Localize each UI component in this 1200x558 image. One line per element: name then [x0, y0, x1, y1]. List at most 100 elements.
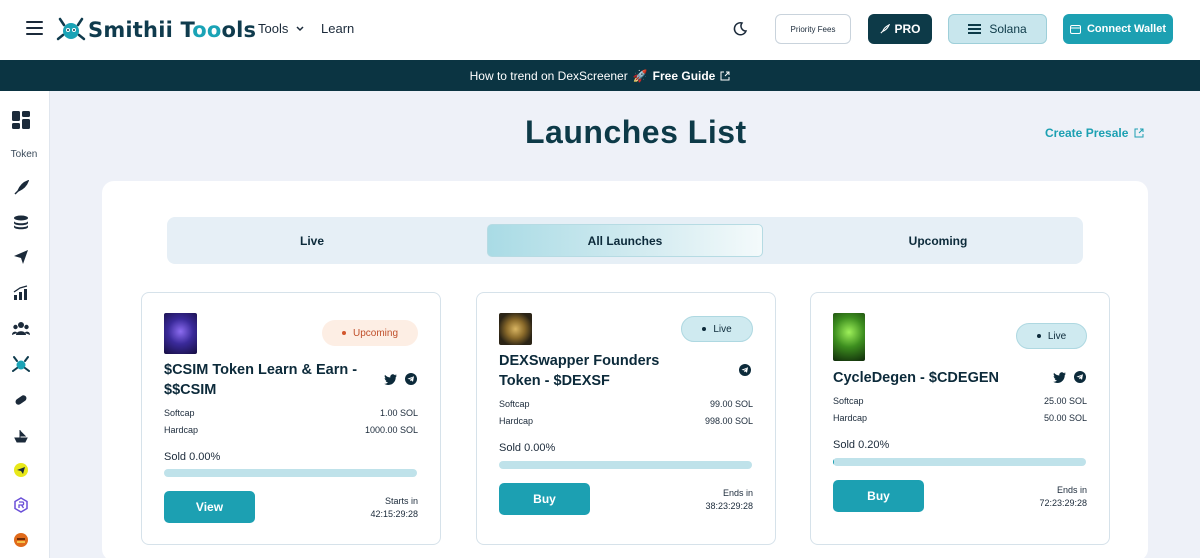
boat-icon[interactable]: [12, 427, 30, 445]
countdown-value: 42:15:29:28: [370, 509, 418, 519]
top-navbar: Smithii Toools Tools Learn Priority Fees…: [0, 0, 1200, 60]
banner-rocket-emoji: 🚀: [632, 68, 648, 83]
status-label: Live: [713, 323, 732, 335]
token-image: [499, 313, 532, 345]
softcap-row: Softcap 25.00 SOL: [833, 396, 1087, 406]
logo-text: Smithii Toools: [88, 18, 257, 42]
promo-banner[interactable]: How to trend on DexScreener 🚀 Free Guide: [0, 60, 1200, 91]
launch-card[interactable]: Live DEXSwapper Founders Token - $DEXSF …: [476, 292, 776, 545]
status-badge: Live: [1016, 323, 1087, 349]
hardcap-value: 50.00 SOL: [1043, 413, 1087, 423]
dark-mode-toggle-icon[interactable]: [732, 21, 748, 37]
banner-text: How to trend on DexScreener: [469, 68, 628, 83]
softcap-value: 25.00 SOL: [1043, 396, 1087, 406]
sold-progress-bar: [164, 469, 417, 477]
users-icon[interactable]: [12, 319, 30, 337]
telegram-bot-icon[interactable]: [12, 461, 30, 479]
buy-button[interactable]: Buy: [499, 483, 590, 515]
banner-link[interactable]: Free Guide: [653, 69, 716, 83]
countdown-label: Ends in: [722, 488, 753, 498]
status-badge: Live: [681, 316, 753, 342]
create-presale-label: Create Presale: [1045, 126, 1129, 140]
buy-button[interactable]: Buy: [833, 480, 924, 512]
token-title: CycleDegen - $CDEGEN: [833, 370, 999, 386]
sidebar-section-token: Token: [10, 149, 38, 160]
status-badge: Upcoming: [322, 320, 418, 346]
launch-tabs: Live All Launches Upcoming: [167, 217, 1083, 264]
smithii-icon[interactable]: [12, 355, 30, 373]
tab-all-launches[interactable]: All Launches: [487, 224, 763, 257]
hardcap-value: 998.00 SOL: [704, 416, 753, 426]
page-title: Launches List: [525, 114, 747, 150]
coins-stack-icon[interactable]: [12, 214, 30, 232]
social-links: [384, 373, 417, 385]
send-icon[interactable]: [12, 248, 30, 266]
hardcap-row: Hardcap 998.00 SOL: [499, 416, 753, 426]
nav-tools-label: Tools: [258, 21, 289, 36]
twitter-icon[interactable]: [384, 373, 397, 385]
rocket-icon: [880, 23, 891, 34]
create-presale-link[interactable]: Create Presale: [1045, 126, 1144, 140]
solana-icon: [968, 24, 982, 34]
status-dot-icon: [1036, 334, 1041, 338]
hardcap-value: 1000.00 SOL: [364, 425, 418, 435]
tab-live[interactable]: Live: [167, 217, 457, 264]
token-image: [164, 313, 197, 354]
tab-upcoming[interactable]: Upcoming: [793, 217, 1083, 264]
launch-card[interactable]: Live CycleDegen - $CDEGEN Softcap 25.00 …: [810, 292, 1110, 545]
sidebar: Token: [0, 91, 50, 558]
hardcap-label: Hardcap: [164, 425, 199, 435]
sold-percent: Sold 0.20%: [833, 439, 890, 451]
connect-wallet-button[interactable]: Connect Wallet: [1063, 14, 1173, 44]
token-image: [833, 313, 865, 361]
pro-button[interactable]: PRO: [868, 14, 932, 44]
wallet-icon: [1069, 24, 1081, 34]
softcap-label: Softcap: [164, 408, 195, 418]
hardcap-label: Hardcap: [499, 416, 534, 426]
pill-icon[interactable]: [12, 391, 30, 409]
chart-bars-icon[interactable]: [12, 284, 30, 302]
telegram-icon[interactable]: [405, 373, 417, 385]
token-title: $CSIM Token Learn & Earn - $$CSIM: [164, 362, 358, 398]
pro-label: PRO: [894, 22, 921, 36]
sold-progress-bar: [833, 458, 1086, 466]
status-label: Upcoming: [352, 327, 399, 339]
softcap-row: Softcap 99.00 SOL: [499, 399, 753, 409]
external-link-icon: [720, 71, 730, 80]
softcap-label: Softcap: [833, 396, 864, 406]
sold-progress-bar: [499, 461, 752, 469]
rocket-icon[interactable]: [12, 179, 30, 197]
nav-tools-dropdown[interactable]: Tools: [258, 21, 304, 36]
countdown-value: 38:23:29:28: [705, 501, 753, 511]
status-label: Live: [1047, 330, 1067, 342]
countdown: Starts in 42:15:29:28: [370, 495, 418, 521]
sold-progress-fill: [833, 458, 834, 466]
softcap-row: Softcap 1.00 SOL: [164, 408, 418, 418]
status-dot-icon: [341, 331, 346, 335]
nav-learn-link[interactable]: Learn: [321, 21, 354, 36]
dashboard-icon[interactable]: [12, 111, 30, 129]
view-button[interactable]: View: [164, 491, 255, 523]
telegram-icon[interactable]: [1074, 371, 1086, 383]
network-label: Solana: [989, 22, 1027, 36]
softcap-value: 99.00 SOL: [709, 399, 753, 409]
logo[interactable]: Smithii Toools: [56, 14, 256, 46]
sold-percent: Sold 0.00%: [164, 451, 221, 463]
social-links: [1053, 371, 1086, 383]
burger-icon[interactable]: [12, 531, 30, 549]
hardcap-row: Hardcap 1000.00 SOL: [164, 425, 418, 435]
telegram-icon[interactable]: [739, 364, 751, 376]
launch-card[interactable]: Upcoming $CSIM Token Learn & Earn - $$CS…: [141, 292, 441, 545]
hardcap-label: Hardcap: [833, 413, 868, 423]
countdown: Ends in 38:23:29:28: [705, 487, 753, 513]
network-selector-button[interactable]: Solana: [948, 14, 1047, 44]
raydium-icon[interactable]: [12, 496, 30, 514]
smithii-logo-icon: [56, 15, 86, 45]
priority-fees-button[interactable]: Priority Fees: [775, 14, 851, 44]
hardcap-row: Hardcap 50.00 SOL: [833, 413, 1087, 423]
token-title: DEXSwapper Founders Token - $DEXSF: [499, 353, 660, 389]
countdown-value: 72:23:29:28: [1039, 498, 1087, 508]
menu-icon[interactable]: [26, 21, 43, 35]
chevron-down-icon: [296, 25, 304, 31]
twitter-icon[interactable]: [1053, 371, 1066, 383]
